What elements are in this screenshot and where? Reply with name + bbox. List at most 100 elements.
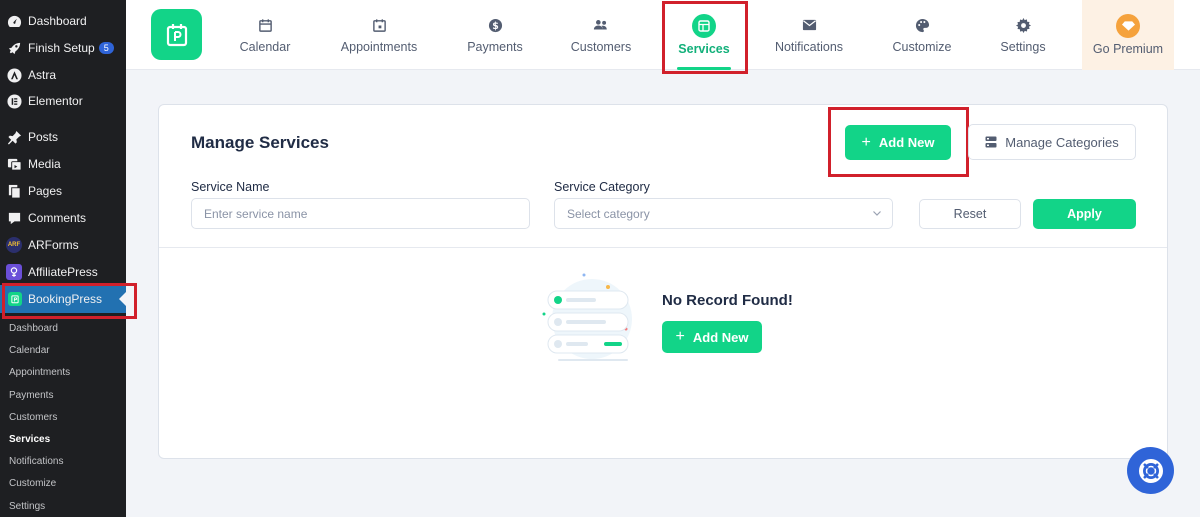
astra-logo-icon <box>6 67 22 83</box>
sidebar-item-astra[interactable]: Astra <box>0 64 126 86</box>
svg-text:$: $ <box>492 20 499 31</box>
active-tab-underline <box>677 67 731 70</box>
service-category-select[interactable]: Select category <box>554 198 893 229</box>
sidebar-item-finish-setup[interactable]: Finish Setup 5 <box>0 37 126 59</box>
go-premium-content: Go Premium <box>1082 0 1174 70</box>
sidebar-item-media[interactable]: Media <box>0 153 126 175</box>
elementor-logo-icon <box>6 93 22 109</box>
submenu-services[interactable]: Services <box>9 434 50 445</box>
help-button[interactable] <box>1127 447 1174 494</box>
reset-label: Reset <box>953 207 987 221</box>
plus-icon: + <box>675 328 685 345</box>
chevron-down-icon <box>872 208 882 218</box>
wp-admin-sidebar: Dashboard Finish Setup 5 Astra Elementor… <box>0 0 137 517</box>
media-icon <box>6 156 22 172</box>
submenu-settings[interactable]: Settings <box>9 501 45 512</box>
submenu-payments[interactable]: Payments <box>9 390 53 401</box>
tab-label: Customize <box>892 40 952 54</box>
submenu-customers[interactable]: Customers <box>9 412 57 423</box>
calendar-check-icon <box>370 16 388 34</box>
sidebar-item-label: AffiliatePress <box>28 265 98 279</box>
empty-add-new-button[interactable]: + Add New <box>662 321 762 353</box>
tab-customize[interactable]: Customize <box>884 0 960 70</box>
empty-state-title: No Record Found! <box>662 292 793 309</box>
diamond-icon <box>1116 14 1140 38</box>
tab-notifications[interactable]: Notifications <box>770 0 848 70</box>
affiliatepress-logo-icon <box>6 264 22 280</box>
pages-icon <box>6 183 22 199</box>
manage-categories-button[interactable]: Manage Categories <box>968 124 1136 160</box>
manage-categories-label: Manage Categories <box>1005 134 1119 150</box>
sidebar-item-comments[interactable]: Comments <box>0 207 126 229</box>
sidebar-item-elementor[interactable]: Elementor <box>0 90 126 112</box>
tab-customers[interactable]: Customers <box>561 0 641 70</box>
bookingpress-top-nav: Calendar Appointments $ Payments Custome… <box>126 0 1200 74</box>
sidebar-item-label: Comments <box>28 211 87 225</box>
sidebar-item-label: Posts <box>28 130 59 144</box>
tab-label: Customers <box>570 40 632 54</box>
submenu-notifications[interactable]: Notifications <box>9 456 63 467</box>
service-name-label: Service Name <box>191 180 270 194</box>
manage-services-card: Manage Services + Add New Manage Categor… <box>158 104 1168 459</box>
service-category-label: Service Category <box>554 180 650 194</box>
sidebar-item-label: Elementor <box>28 94 83 108</box>
tab-payments[interactable]: $ Payments <box>455 0 535 70</box>
reset-button[interactable]: Reset <box>919 199 1021 229</box>
services-icon <box>692 14 716 38</box>
sidebar-item-label: Astra <box>28 68 57 82</box>
tab-label: Appointments <box>340 40 418 54</box>
sidebar-item-label: Pages <box>28 184 63 198</box>
plus-icon: + <box>861 133 871 151</box>
dashboard-icon <box>6 13 22 29</box>
tab-label: Payments <box>467 40 523 54</box>
tab-appointments[interactable]: Appointments <box>329 0 429 70</box>
sidebar-item-bookingpress[interactable]: BookingPress <box>0 285 126 313</box>
mail-icon <box>800 16 818 34</box>
page-title: Manage Services <box>191 133 329 152</box>
add-new-label: Add New <box>692 329 749 345</box>
submenu-dashboard[interactable]: Dashboard <box>9 323 58 334</box>
service-name-input[interactable] <box>191 198 530 229</box>
empty-state-illustration <box>534 269 634 369</box>
categories-icon <box>985 136 997 148</box>
tab-services[interactable]: Services <box>669 0 739 70</box>
sidebar-item-posts[interactable]: Posts <box>0 126 126 148</box>
rocket-icon <box>6 40 22 56</box>
submenu-customize[interactable]: Customize <box>9 478 56 489</box>
tab-label: Notifications <box>774 40 844 54</box>
submenu-appointments[interactable]: Appointments <box>9 367 70 378</box>
sidebar-item-dashboard[interactable]: Dashboard <box>0 10 126 32</box>
sidebar-item-affiliatepress[interactable]: AffiliatePress <box>0 261 126 283</box>
sidebar-item-arforms[interactable]: ARF ARForms <box>0 234 126 256</box>
setup-count-badge: 5 <box>98 42 114 54</box>
calendar-icon <box>256 16 274 34</box>
sidebar-item-label: ARForms <box>28 238 79 252</box>
tab-label: Settings <box>1000 40 1046 54</box>
bookingpress-logo-icon <box>8 292 22 306</box>
sidebar-item-pages[interactable]: Pages <box>0 180 126 202</box>
add-new-button[interactable]: + Add New <box>845 125 951 160</box>
tab-label: Calendar <box>239 40 291 54</box>
sidebar-item-label: Finish Setup <box>28 41 95 55</box>
filter-divider <box>159 247 1167 248</box>
lifebuoy-icon <box>1137 457 1165 485</box>
submenu-calendar[interactable]: Calendar <box>9 345 50 356</box>
go-premium-button[interactable]: Go Premium <box>1082 0 1174 70</box>
go-premium-label: Go Premium <box>1092 42 1164 56</box>
users-icon <box>592 16 610 34</box>
apply-button[interactable]: Apply <box>1033 199 1136 229</box>
service-category-placeholder: Select category <box>567 206 650 221</box>
tab-label: Services <box>678 42 730 56</box>
dollar-icon: $ <box>486 16 504 34</box>
sidebar-item-label: BookingPress <box>28 292 103 306</box>
tab-calendar[interactable]: Calendar <box>230 0 300 70</box>
tab-settings[interactable]: Settings <box>988 0 1058 70</box>
palette-icon <box>913 16 931 34</box>
apply-label: Apply <box>1067 207 1102 221</box>
sidebar-item-label: Dashboard <box>28 14 87 28</box>
gear-icon <box>1014 16 1032 34</box>
sidebar-item-label: Media <box>28 157 61 171</box>
arforms-logo-icon: ARF <box>6 237 22 253</box>
bookingpress-logo-icon[interactable] <box>151 9 202 60</box>
pin-icon <box>6 129 22 145</box>
